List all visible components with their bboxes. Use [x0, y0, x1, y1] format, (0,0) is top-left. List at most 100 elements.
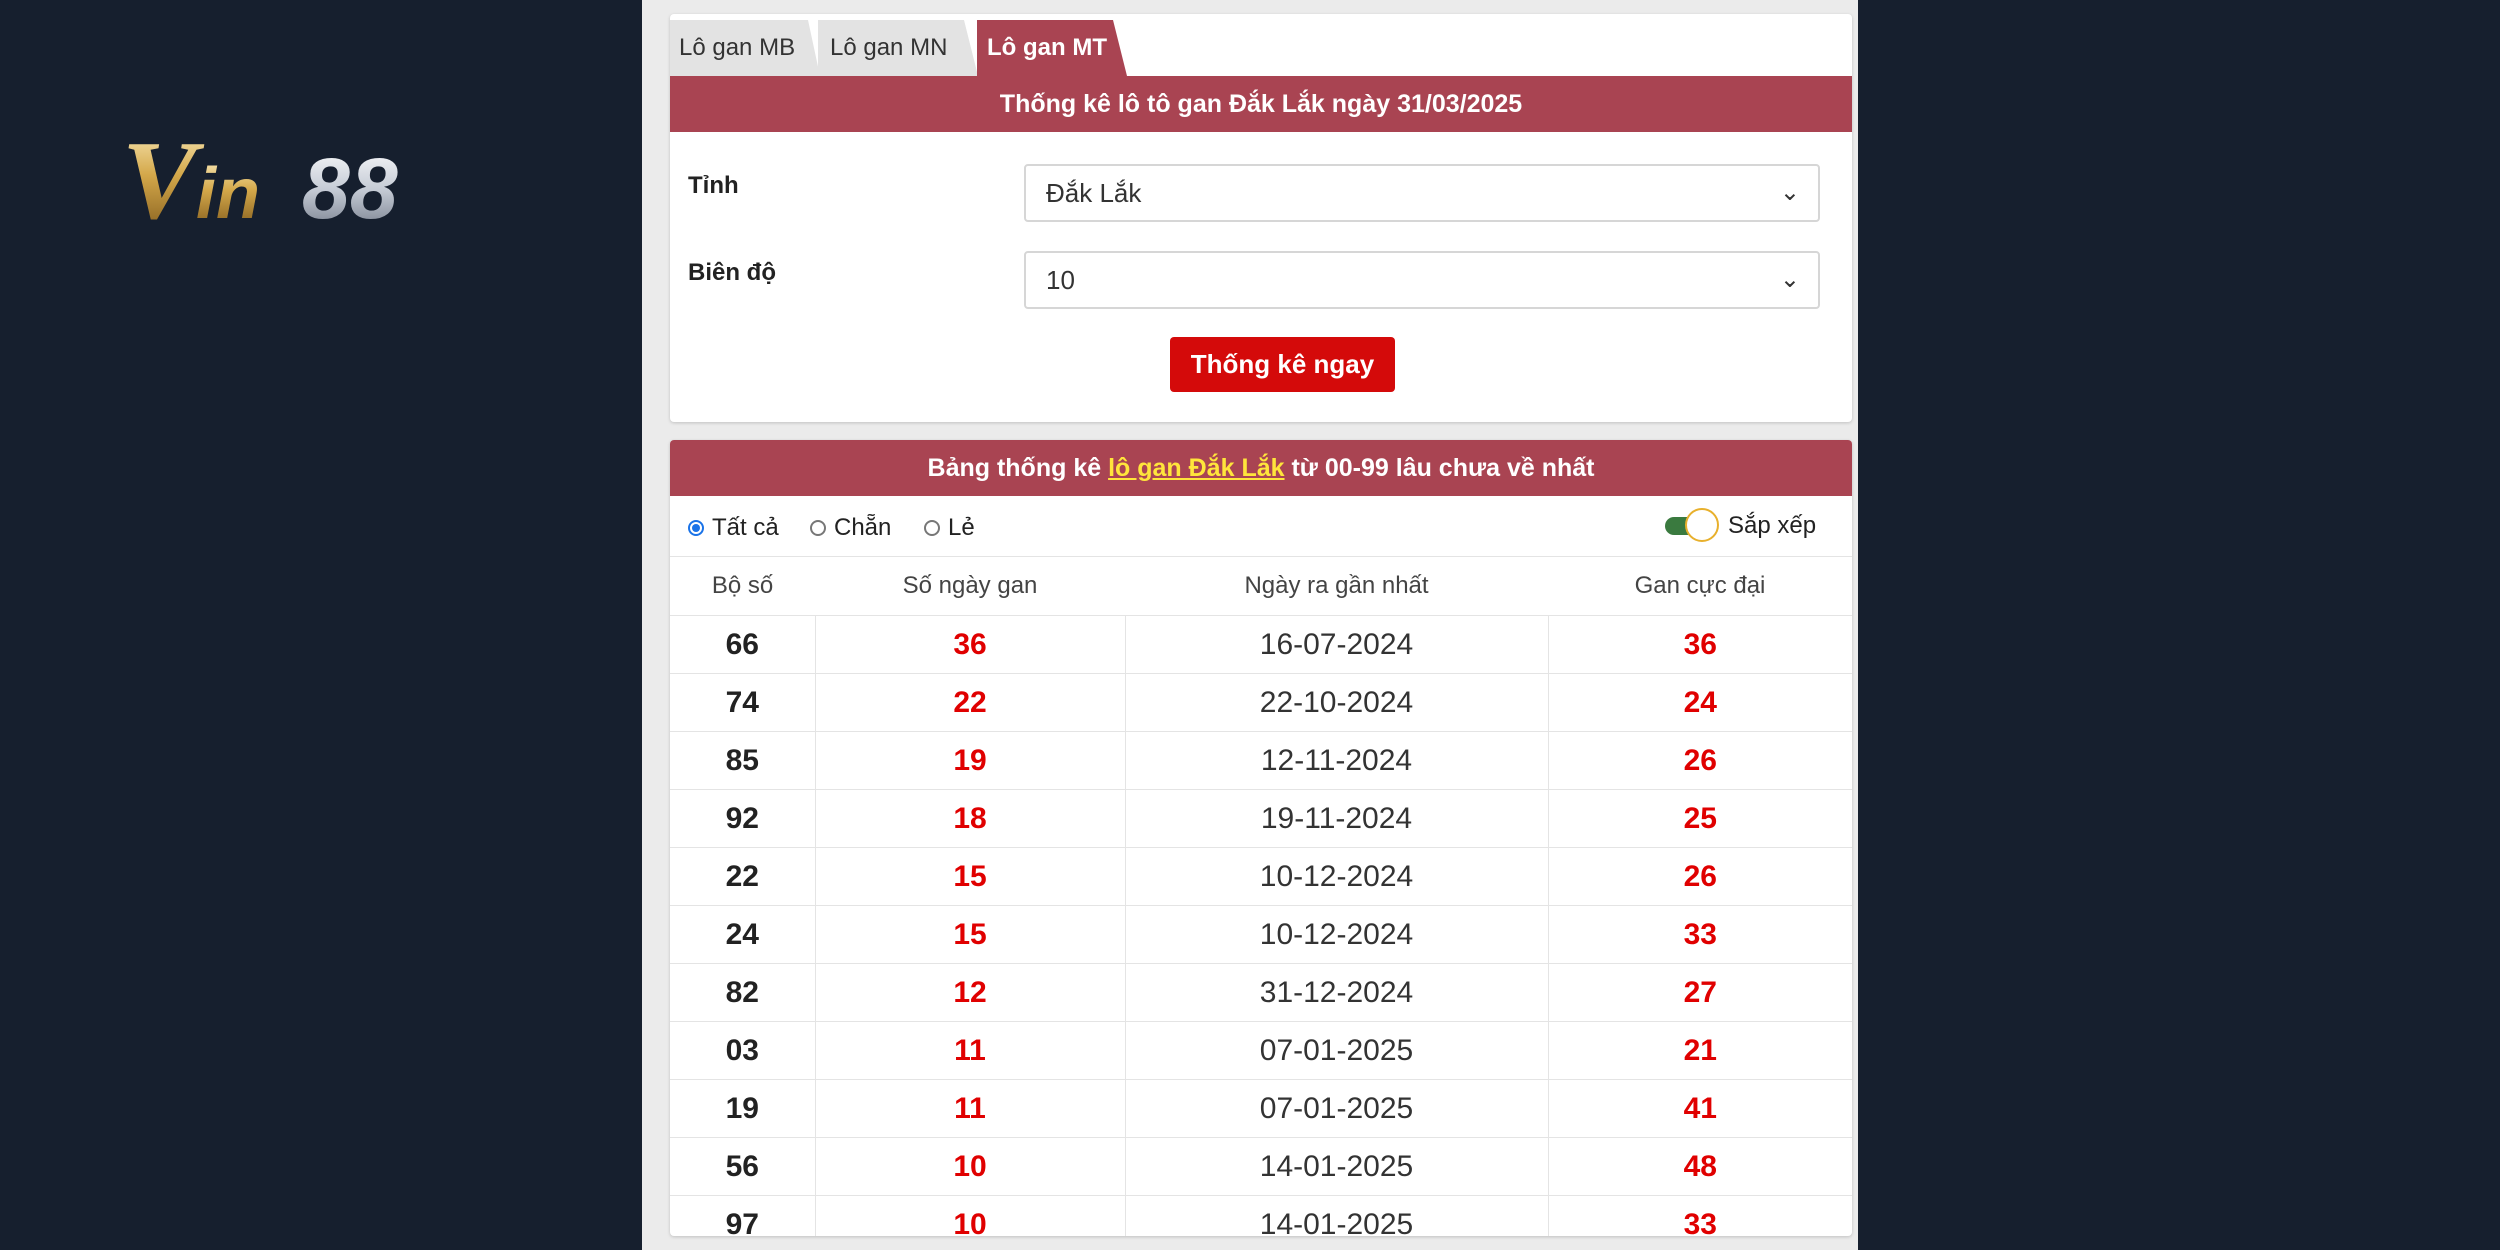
province-label: Tỉnh: [688, 172, 739, 199]
sort-label: Sắp xếp: [1728, 512, 1817, 539]
sort-toggle[interactable]: [1665, 508, 1721, 542]
cell-number: 56: [670, 1137, 816, 1196]
submit-button[interactable]: Thống kê ngay: [1170, 337, 1395, 392]
radio-all-label: Tất cả: [712, 514, 779, 541]
cell-max-gan: 41: [1547, 1079, 1852, 1138]
range-row: Biên độ 10 ⌄: [670, 251, 1852, 311]
radio-dot: [924, 520, 940, 536]
results-title-prefix: Bảng thống kê: [927, 454, 1102, 482]
form-title: Thống kê lô tô gan Đắk Lắk ngày 31/03/20…: [670, 76, 1852, 132]
column-header: Ngày ra gần nhất: [1125, 556, 1548, 616]
table-header-row: Bộ số Số ngày gan Ngày ra gần nhất Gan c…: [670, 556, 1852, 616]
table-row: 97 10 14-01-2025 33: [670, 1195, 1852, 1236]
tab-lo-gan-mt[interactable]: Lô gan MT: [977, 20, 1127, 76]
table-row: 85 19 12-11-2024 26: [670, 731, 1852, 790]
range-select[interactable]: 10 ⌄: [1024, 251, 1820, 309]
cell-max-gan: 36: [1547, 615, 1852, 674]
cell-max-gan: 48: [1547, 1137, 1852, 1196]
cell-max-gan: 21: [1547, 1021, 1852, 1080]
cell-max-gan: 24: [1547, 673, 1852, 732]
cell-days-gan: 22: [814, 673, 1126, 732]
cell-days-gan: 36: [814, 615, 1126, 674]
radio-dot: [810, 520, 826, 536]
table-row: 03 11 07-01-2025 21: [670, 1021, 1852, 1080]
cell-days-gan: 18: [814, 789, 1126, 848]
cell-number: 92: [670, 789, 816, 848]
cell-number: 82: [670, 963, 816, 1022]
column-header: Gan cực đại: [1548, 556, 1852, 616]
results-title: Bảng thống kê lô gan Đắk Lắk từ 00-99 lâ…: [670, 440, 1852, 496]
cell-last-date: 14-01-2025: [1124, 1137, 1549, 1196]
content-panel: Lô gan MB Lô gan MN Lô gan MT Thống kê l…: [642, 0, 1858, 1250]
toggle-knob: [1685, 508, 1719, 542]
radio-odd-label: Lẻ: [948, 514, 975, 541]
cell-number: 22: [670, 847, 816, 906]
cell-last-date: 12-11-2024: [1124, 731, 1549, 790]
table-body: 66 36 16-07-2024 36 74 22 22-10-2024 24 …: [670, 615, 1852, 1236]
region-tabs: Lô gan MB Lô gan MN Lô gan MT: [670, 14, 1852, 76]
cell-number: 24: [670, 905, 816, 964]
cell-max-gan: 33: [1547, 905, 1852, 964]
cell-number: 97: [670, 1195, 816, 1236]
cell-last-date: 31-12-2024: [1124, 963, 1549, 1022]
results-card: Bảng thống kê lô gan Đắk Lắk từ 00-99 lâ…: [670, 440, 1852, 1236]
vin88-logo: V in 88: [122, 118, 482, 238]
vin88-logo-mark: V in 88: [122, 119, 398, 238]
cell-max-gan: 26: [1547, 731, 1852, 790]
table-row: 82 12 31-12-2024 27: [670, 963, 1852, 1022]
table-row: 74 22 22-10-2024 24: [670, 673, 1852, 732]
cell-last-date: 16-07-2024: [1124, 615, 1549, 674]
cell-days-gan: 15: [814, 905, 1126, 964]
province-row: Tỉnh Đắk Lắk ⌄: [670, 164, 1852, 224]
cell-number: 66: [670, 615, 816, 674]
tab-lo-gan-mb[interactable]: Lô gan MB: [670, 20, 820, 76]
radio-odd[interactable]: Lẻ: [924, 514, 975, 542]
cell-days-gan: 19: [814, 731, 1126, 790]
filter-row: Tất cả Chẵn Lẻ Sắp xếp: [670, 496, 1852, 556]
cell-days-gan: 11: [814, 1079, 1126, 1138]
radio-dot: [688, 520, 704, 536]
cell-days-gan: 10: [814, 1137, 1126, 1196]
svg-text:88: 88: [302, 141, 398, 237]
table-row: 56 10 14-01-2025 48: [670, 1137, 1852, 1196]
cell-last-date: 10-12-2024: [1124, 847, 1549, 906]
table-row: 24 15 10-12-2024 33: [670, 905, 1852, 964]
radio-even-label: Chẵn: [834, 514, 892, 541]
cell-last-date: 07-01-2025: [1124, 1079, 1549, 1138]
table-row: 22 15 10-12-2024 26: [670, 847, 1852, 906]
column-header: Số ngày gan: [815, 556, 1125, 616]
cell-last-date: 10-12-2024: [1124, 905, 1549, 964]
province-value: Đắk Lắk: [1046, 178, 1142, 208]
filter-card: Lô gan MB Lô gan MN Lô gan MT Thống kê l…: [670, 14, 1852, 422]
province-select[interactable]: Đắk Lắk ⌄: [1024, 164, 1820, 222]
table-row: 92 18 19-11-2024 25: [670, 789, 1852, 848]
cell-number: 03: [670, 1021, 816, 1080]
table-row: 66 36 16-07-2024 36: [670, 615, 1852, 674]
cell-max-gan: 33: [1547, 1195, 1852, 1236]
cell-last-date: 07-01-2025: [1124, 1021, 1549, 1080]
cell-days-gan: 11: [814, 1021, 1126, 1080]
chevron-down-icon: ⌄: [1779, 179, 1800, 206]
results-title-suffix: từ 00-99 lâu chưa về nhất: [1291, 454, 1595, 482]
radio-all[interactable]: Tất cả: [688, 514, 779, 542]
cell-days-gan: 15: [814, 847, 1126, 906]
svg-text:in: in: [196, 154, 260, 234]
tab-lo-gan-mn[interactable]: Lô gan MN: [818, 20, 978, 76]
cell-max-gan: 26: [1547, 847, 1852, 906]
cell-max-gan: 27: [1547, 963, 1852, 1022]
cell-last-date: 14-01-2025: [1124, 1195, 1549, 1236]
cell-days-gan: 12: [814, 963, 1126, 1022]
cell-number: 74: [670, 673, 816, 732]
range-value: 10: [1046, 265, 1075, 295]
range-label: Biên độ: [688, 259, 776, 286]
radio-even[interactable]: Chẵn: [810, 514, 891, 542]
results-title-link[interactable]: lô gan Đắk Lắk: [1108, 454, 1284, 482]
column-header: Bộ số: [670, 556, 815, 616]
results-table: Bộ số Số ngày gan Ngày ra gần nhất Gan c…: [670, 556, 1852, 1236]
chevron-down-icon: ⌄: [1779, 266, 1800, 293]
cell-number: 85: [670, 731, 816, 790]
table-row: 19 11 07-01-2025 41: [670, 1079, 1852, 1138]
cell-last-date: 19-11-2024: [1124, 789, 1549, 848]
svg-text:V: V: [122, 119, 205, 238]
cell-days-gan: 10: [814, 1195, 1126, 1236]
